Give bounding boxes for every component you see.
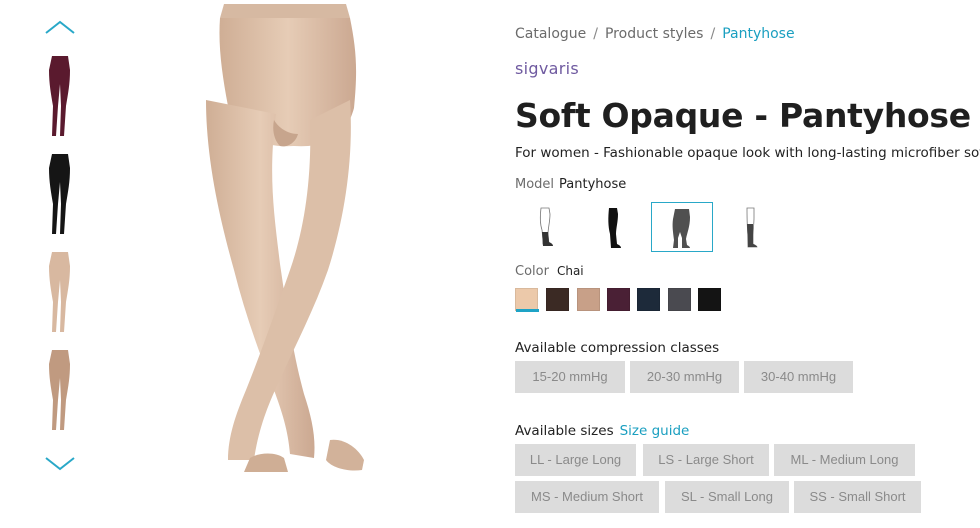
model-option-knee-high[interactable] (719, 202, 781, 252)
selected-swatch-indicator (516, 309, 539, 312)
model-options (515, 202, 785, 252)
product-title: Soft Opaque - Pantyhose (515, 96, 971, 135)
compression-option-20-30[interactable]: 20-30 mmHg (630, 361, 739, 393)
compression-option-30-40[interactable]: 30-40 mmHg (744, 361, 853, 393)
sizes-label: Available sizes (515, 423, 614, 439)
size-option-ls[interactable]: LS - Large Short (643, 444, 769, 476)
color-swatch-plum[interactable] (607, 288, 630, 311)
model-option-thigh-high-black[interactable] (583, 202, 645, 252)
knee-high-icon (746, 207, 758, 248)
color-swatches (515, 288, 735, 314)
size-option-ss[interactable]: SS - Small Short (794, 481, 921, 513)
model-selected-value: Pantyhose (559, 177, 627, 192)
color-label: Color (515, 264, 549, 279)
thumbnail-rail (28, 14, 92, 484)
color-row: Color Chai (515, 264, 584, 279)
thumbnail-tan-pantyhose[interactable] (38, 348, 82, 436)
color-swatch-black[interactable] (698, 288, 721, 311)
model-option-pantyhose-selected[interactable] (651, 202, 713, 252)
color-swatch-espresso[interactable] (546, 288, 569, 311)
size-option-sl[interactable]: SL - Small Long (665, 481, 789, 513)
thumbnail-nude-pantyhose[interactable] (38, 250, 82, 338)
color-swatch-navy[interactable] (637, 288, 660, 311)
compression-option-15-20[interactable]: 15-20 mmHg (515, 361, 625, 393)
brand-logo[interactable]: sigvaris (515, 59, 579, 78)
thigh-high-black-icon (608, 208, 621, 248)
color-swatch-tan[interactable] (577, 288, 600, 311)
thumbnail-black-pantyhose[interactable] (38, 152, 82, 240)
model-option-thigh-high-outline[interactable] (515, 202, 577, 252)
main-product-image (190, 0, 390, 480)
breadcrumb-product-styles[interactable]: Product styles (605, 26, 703, 42)
product-detail-panel: Catalogue / Product styles / Pantyhose sigva… (515, 0, 980, 528)
model-label: Model (515, 177, 555, 192)
compression-options: 15-20 mmHg 20-30 mmHg 30-40 mmHg (515, 361, 965, 393)
breadcrumb: Catalogue / Product styles / Pantyhose (515, 26, 795, 42)
thumbnail-plum-pantyhose[interactable] (38, 54, 82, 142)
size-guide-link[interactable]: Size guide (620, 423, 690, 439)
compression-label: Available compression classes (515, 340, 720, 356)
pantyhose-dark-icon (672, 209, 690, 248)
size-option-ll[interactable]: LL - Large Long (515, 444, 636, 476)
size-options: LL - Large Long LS - Large Short ML - Me… (515, 444, 965, 516)
size-option-ms[interactable]: MS - Medium Short (515, 481, 659, 513)
sizes-row: Available sizes Size guide (515, 423, 689, 439)
size-option-ml[interactable]: ML - Medium Long (774, 444, 915, 476)
product-subtitle: For women - Fashionable opaque look with… (515, 145, 980, 161)
breadcrumb-separator: / (710, 26, 716, 42)
color-selected-value: Chai (556, 264, 584, 278)
breadcrumb-catalogue[interactable]: Catalogue (515, 26, 586, 42)
color-swatch-chai[interactable] (515, 288, 539, 312)
scroll-up-chevron-icon[interactable] (44, 18, 76, 36)
scroll-down-chevron-icon[interactable] (44, 454, 76, 472)
color-swatch-graphite[interactable] (668, 288, 691, 311)
thigh-high-outline-icon (539, 207, 553, 246)
breadcrumb-current[interactable]: Pantyhose (722, 26, 794, 42)
breadcrumb-separator: / (593, 26, 598, 42)
model-row: Model Pantyhose (515, 177, 626, 192)
